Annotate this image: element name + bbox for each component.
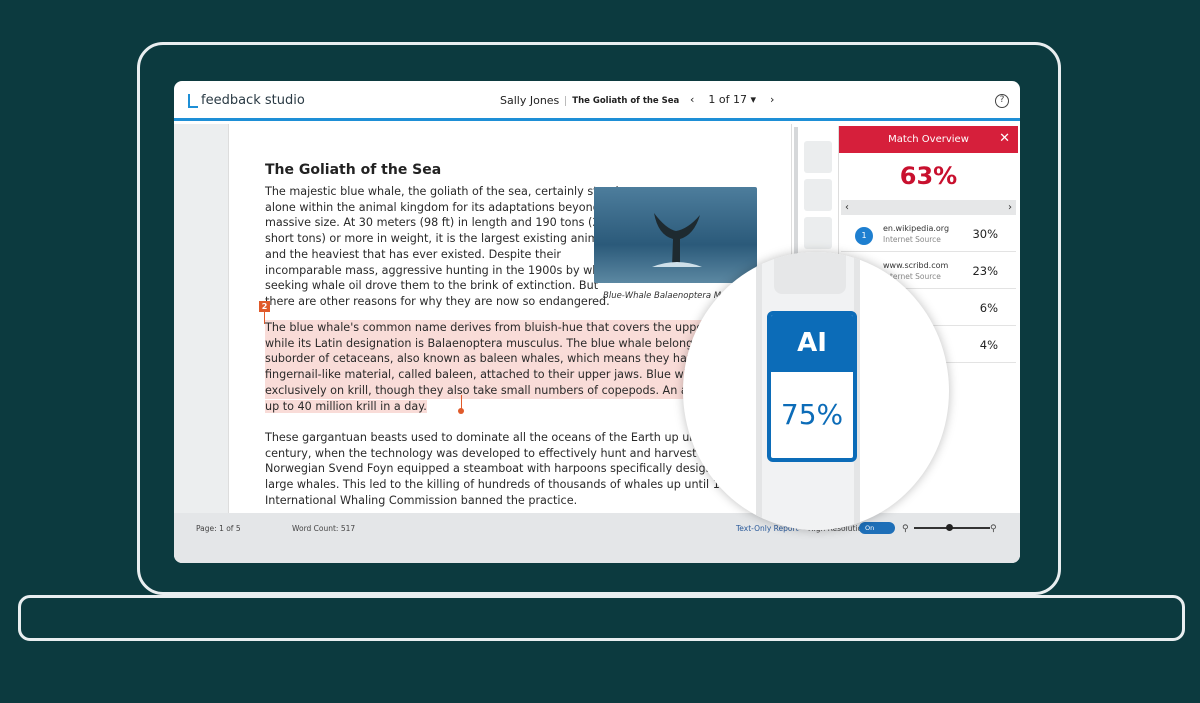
magnified-thumbnail — [774, 252, 846, 294]
paper-selector[interactable]: 1 of 17 ▾ — [708, 93, 756, 106]
text-line: The majestic blue whale, the goliath of … — [265, 185, 625, 198]
zoom-out-icon[interactable]: ⚲ — [902, 524, 909, 534]
text-line: alone within the animal kingdom for its … — [265, 200, 617, 214]
logo[interactable]: feedback studio — [188, 93, 305, 108]
left-gutter — [174, 124, 228, 513]
document-title: The Goliath of the Sea — [265, 162, 442, 178]
text-line: short tons) or more in weight, it is the… — [265, 232, 609, 246]
whale-tail-shape — [652, 213, 702, 267]
zoom-slider[interactable] — [914, 524, 990, 531]
pager-text: 1 of 17 — [708, 93, 747, 106]
text-line: massive size. At 30 meters (98 ft) in le… — [265, 216, 614, 230]
text-line: there are other reasons for why they are… — [265, 294, 610, 308]
source-name: www.scribd.com — [883, 261, 949, 270]
whale-tail-image — [594, 187, 757, 283]
chevron-left-icon[interactable]: ‹ — [845, 200, 849, 215]
text-line: International Whaling Commission banned … — [265, 493, 578, 507]
text-line: up to 40 million krill in a day. — [265, 399, 427, 413]
match-marker[interactable]: 2 — [259, 301, 270, 312]
page-indicator: Page: 1 of 5 — [196, 524, 241, 533]
source-name: en.wikipedia.org — [883, 224, 950, 233]
text-line: and the heaviest that has ever existed. … — [265, 247, 562, 261]
pager: ‹ 1 of 17 ▾ › — [690, 93, 774, 106]
student-name: Sally Jones — [500, 94, 560, 107]
source-percent: 6% — [979, 301, 998, 315]
ai-label: AI — [771, 315, 853, 372]
header: feedback studio Sally Jones The Goliath o… — [174, 81, 1020, 121]
magnified-callout: AI 75% — [683, 252, 949, 530]
thumbnail[interactable] — [804, 141, 832, 173]
zoom-in-icon[interactable]: ⚲ — [990, 524, 997, 534]
text-line: incomparable mass, aggressive hunting in… — [265, 263, 627, 277]
close-icon[interactable]: ✕ — [999, 131, 1010, 146]
logo-text: feedback studio — [201, 93, 305, 108]
laptop-base — [18, 595, 1185, 641]
chevron-right-icon[interactable]: › — [1008, 200, 1012, 215]
source-item[interactable]: 1 en.wikipedia.org Internet Source 30% — [841, 215, 1016, 252]
source-percent: 23% — [972, 264, 998, 278]
match-end-line — [461, 395, 462, 409]
ai-score: 75% — [780, 398, 844, 431]
thumbnail[interactable] — [804, 179, 832, 211]
overall-match-percent: 63% — [899, 162, 958, 190]
match-end-handle[interactable] — [458, 408, 464, 414]
word-count: Word Count: 517 — [292, 524, 356, 533]
source-percent: 4% — [979, 338, 998, 352]
zoom-slider-knob[interactable] — [946, 524, 953, 531]
source-percent: 30% — [972, 227, 998, 241]
text-line: seeking whale oil drove them to the brin… — [265, 279, 599, 293]
source-number: 1 — [855, 227, 873, 245]
paragraph-1: The majestic blue whale, the goliath of … — [265, 184, 627, 310]
high-resolution-toggle[interactable]: On — [859, 522, 895, 534]
source-type: Internet Source — [883, 235, 941, 244]
help-icon[interactable]: ? — [995, 94, 1009, 108]
side-thumbnails — [804, 141, 832, 255]
footer-bar: Page: 1 of 5 Word Count: 517 Text-Only R… — [174, 513, 1020, 563]
thumbnail[interactable] — [804, 217, 832, 249]
prev-paper-icon[interactable]: ‹ — [690, 93, 694, 106]
logo-icon — [188, 93, 198, 108]
paper-title: The Goliath of the Sea — [565, 95, 679, 106]
panel-title: Match Overview — [888, 134, 969, 145]
image-caption: Blue-Whale Balaenoptera M — [603, 291, 722, 301]
ai-score-card[interactable]: AI 75% — [767, 311, 857, 462]
next-paper-icon[interactable]: › — [770, 93, 774, 106]
